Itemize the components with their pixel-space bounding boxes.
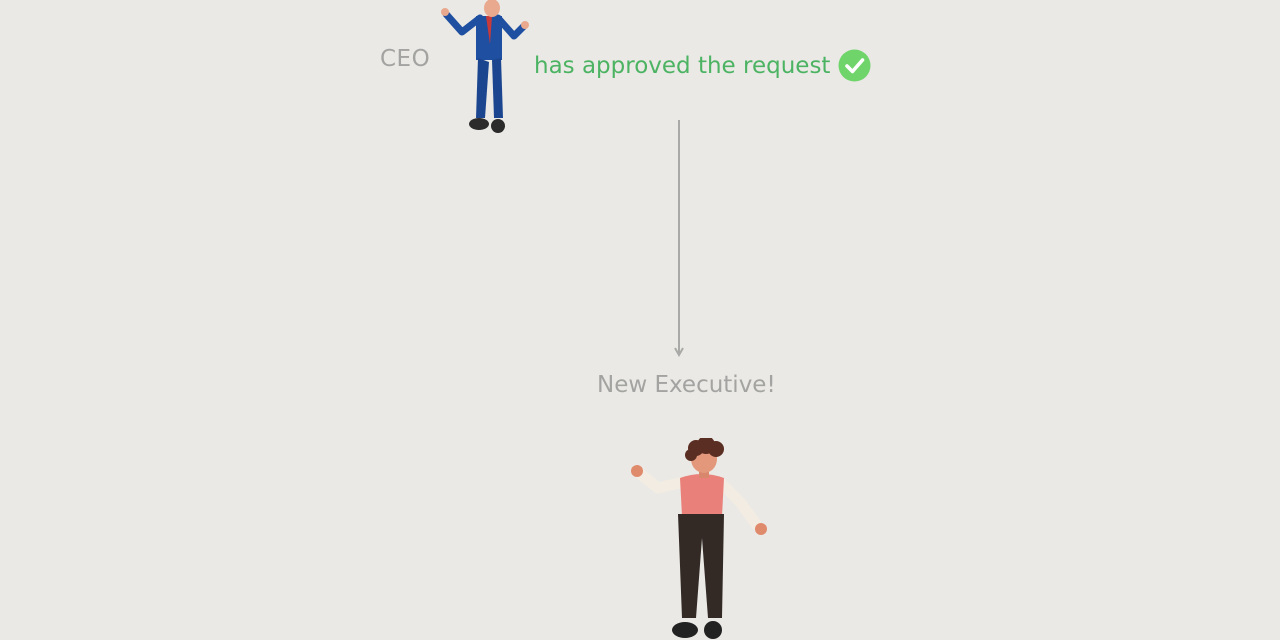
approval-flow-stage: CEO has approved the request New Executi… bbox=[0, 0, 1280, 640]
approval-text: has approved the request bbox=[534, 52, 831, 79]
ceo-figure-icon bbox=[441, 0, 529, 133]
check-circle-icon bbox=[838, 49, 871, 82]
down-arrow-icon bbox=[674, 120, 684, 358]
new-executive-label: New Executive! bbox=[597, 372, 776, 398]
ceo-label: CEO bbox=[380, 46, 431, 72]
approval-status: has approved the request bbox=[534, 49, 871, 82]
executive-figure-icon bbox=[631, 438, 767, 639]
